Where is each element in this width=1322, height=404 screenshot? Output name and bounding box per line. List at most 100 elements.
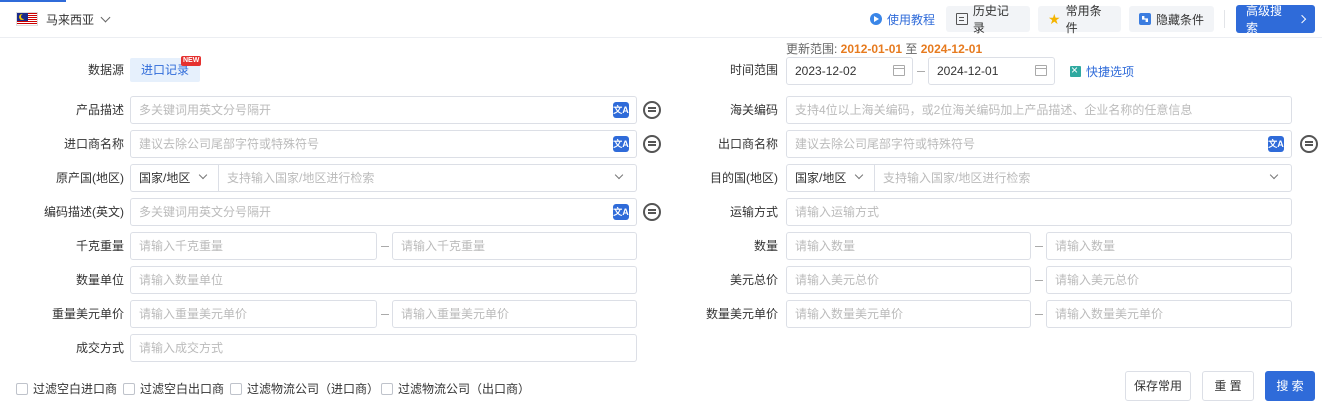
save-favorites-button[interactable]: 保存常用: [1125, 371, 1191, 401]
search-button[interactable]: 搜 索: [1265, 371, 1315, 401]
weight-price-min-input[interactable]: 请输入重量美元单价: [130, 300, 377, 328]
range-dash: [381, 314, 389, 315]
update-range: 更新范围: 2012-01-01 至 2024-12-01: [786, 40, 982, 57]
advanced-search-label: 高级搜索: [1246, 4, 1283, 35]
quick-options-label: 快捷选项: [1086, 65, 1135, 79]
toolbar-divider: [1224, 10, 1225, 28]
date-end-value: 2024-12-01: [937, 64, 999, 78]
usd-total-max-input[interactable]: 请输入美元总价: [1046, 266, 1292, 294]
country-name: 马来西亚: [46, 12, 95, 27]
calendar-icon: [1035, 65, 1047, 76]
qty-price-label: 数量美元单价: [705, 307, 778, 321]
list-options-icon[interactable]: [1300, 135, 1318, 153]
checkbox[interactable]: [123, 382, 135, 395]
usd-total-min-input[interactable]: 请输入美元总价: [786, 266, 1031, 294]
select-divider: [874, 165, 875, 191]
hide-conditions-button[interactable]: 隐藏条件: [1129, 6, 1214, 32]
destination-label: 目的国(地区): [710, 171, 778, 185]
filter-logistics-exporter[interactable]: 过滤物流公司（出口商）: [381, 380, 530, 397]
quantity-label: 数量: [753, 239, 778, 253]
destination-search[interactable]: 支持输入国家/地区进行检索: [883, 165, 1030, 191]
filter-blank-importer[interactable]: 过滤空白进口商: [16, 380, 117, 397]
transport-input[interactable]: 请输入运输方式: [786, 198, 1292, 226]
range-dash: [1035, 280, 1043, 281]
origin-select[interactable]: [130, 164, 637, 192]
code-desc-label: 编码描述(英文): [44, 205, 124, 219]
exporter-label: 出口商名称: [717, 137, 778, 151]
transport-label: 运输方式: [729, 205, 778, 219]
usd-total-label: 美元总价: [729, 273, 778, 287]
time-range-label: 时间范围: [729, 63, 778, 77]
range-dash: [1035, 314, 1043, 315]
range-end: 2024-12-01: [920, 42, 983, 56]
range-dash: [917, 71, 925, 72]
range-dash: [381, 246, 389, 247]
range-dash: [1035, 246, 1043, 247]
quantity-unit-input[interactable]: 请输入数量单位: [130, 266, 637, 294]
filter-label: 过滤物流公司（出口商）: [398, 382, 531, 396]
code-desc-input[interactable]: 多关键词用英文分号隔开: [130, 198, 637, 226]
range-start: 2012-01-01: [840, 42, 903, 56]
favorites-button[interactable]: ★ 常用条件: [1038, 4, 1121, 35]
advanced-search-button[interactable]: 高级搜索: [1236, 4, 1315, 35]
chevron-down-icon: [100, 12, 111, 22]
tutorial-label: 使用教程: [887, 12, 936, 27]
filter-label: 过滤空白进口商: [33, 382, 118, 396]
history-button[interactable]: 历史记录: [946, 4, 1030, 35]
importer-input[interactable]: 建议去除公司尾部字符或特殊符号: [130, 130, 637, 158]
calendar-icon: [893, 65, 905, 76]
checkbox[interactable]: [16, 382, 28, 395]
weight-price-label: 重量美元单价: [51, 307, 124, 321]
deal-type-label: 成交方式: [75, 341, 124, 355]
filter-logistics-importer[interactable]: 过滤物流公司（进口商）: [230, 380, 379, 397]
checkbox[interactable]: [381, 382, 393, 395]
destination-type[interactable]: 国家/地区: [795, 165, 846, 191]
origin-type[interactable]: 国家/地区: [139, 165, 190, 191]
hs-code-label: 海关编码: [729, 103, 778, 117]
qty-price-max-input[interactable]: 请输入数量美元单价: [1046, 300, 1292, 328]
quick-options-icon: [1070, 63, 1081, 77]
top-bar: 马来西亚 使用教程 历史记录 ★ 常用条件 隐藏条件 高级搜索: [0, 0, 1322, 38]
tab-indicator: [0, 0, 66, 2]
hide-label: 隐藏条件: [1156, 12, 1205, 27]
kg-weight-min-input[interactable]: 请输入千克重量: [130, 232, 377, 260]
favorites-label: 常用条件: [1065, 4, 1102, 35]
quick-options-link[interactable]: 快捷选项: [1070, 63, 1134, 80]
filter-label: 过滤空白出口商: [140, 382, 225, 396]
quantity-max-input[interactable]: 请输入数量: [1046, 232, 1292, 260]
qty-price-min-input[interactable]: 请输入数量美元单价: [786, 300, 1031, 328]
kg-weight-max-input[interactable]: 请输入千克重量: [392, 232, 637, 260]
weight-price-max-input[interactable]: 请输入重量美元单价: [392, 300, 637, 328]
new-badge: NEW: [181, 56, 202, 66]
quantity-unit-label: 数量单位: [75, 273, 124, 287]
translate-icon[interactable]: 文A: [613, 102, 629, 118]
source-label: 数据源: [87, 63, 124, 77]
filter-blank-exporter[interactable]: 过滤空白出口商: [123, 380, 224, 397]
document-icon: [956, 13, 968, 25]
destination-select[interactable]: [786, 164, 1292, 192]
play-icon: [870, 13, 882, 25]
filter-label: 过滤物流公司（进口商）: [247, 382, 380, 396]
date-start-value: 2023-12-02: [795, 64, 857, 78]
kg-weight-label: 千克重量: [75, 239, 124, 253]
quantity-min-input[interactable]: 请输入数量: [786, 232, 1031, 260]
range-prefix: 更新范围:: [786, 42, 841, 56]
origin-label: 原产国(地区): [56, 171, 124, 185]
translate-icon[interactable]: 文A: [613, 204, 629, 220]
exporter-input[interactable]: 建议去除公司尾部字符或特殊符号: [786, 130, 1292, 158]
country-selector[interactable]: 马来西亚: [16, 10, 111, 28]
malaysia-flag-icon: [16, 12, 38, 26]
translate-icon[interactable]: 文A: [1268, 136, 1284, 152]
deal-type-input[interactable]: 请输入成交方式: [130, 334, 637, 362]
hs-code-input[interactable]: 支持4位以上海关编码，或2位海关编码加上产品描述、企业名称的任意信息: [786, 96, 1292, 124]
search-page: 马来西亚 使用教程 历史记录 ★ 常用条件 隐藏条件 高级搜索 更新范围: 20…: [0, 0, 1322, 404]
translate-icon[interactable]: 文A: [613, 136, 629, 152]
range-sep: 至: [902, 42, 921, 56]
checkbox[interactable]: [230, 382, 242, 395]
product-desc-input[interactable]: 多关键词用英文分号隔开: [130, 96, 637, 124]
tutorial-link[interactable]: 使用教程: [860, 6, 945, 32]
origin-search[interactable]: 支持输入国家/地区进行检索: [227, 165, 374, 191]
importer-label: 进口商名称: [63, 137, 124, 151]
reset-button[interactable]: 重 置: [1202, 371, 1254, 401]
collapse-icon: [1139, 13, 1151, 25]
